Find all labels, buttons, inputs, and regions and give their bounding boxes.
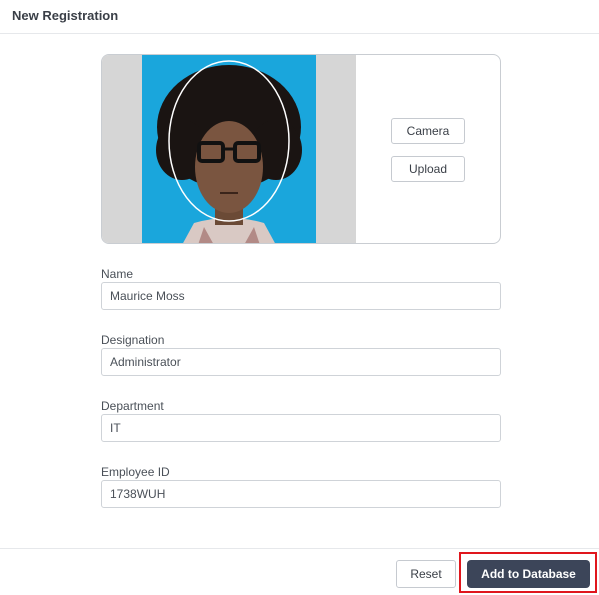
employee-id-field[interactable]: 1738WUH: [101, 480, 501, 508]
photo-actions: Camera Upload: [356, 55, 500, 243]
dialog-footer: Reset Add to Database: [0, 548, 599, 595]
dialog-header: New Registration: [0, 0, 599, 34]
employee-id-label: Employee ID: [101, 465, 170, 479]
dialog-title: New Registration: [12, 8, 119, 23]
photo-preview-area: [102, 55, 356, 243]
designation-label: Designation: [101, 333, 165, 347]
designation-field[interactable]: Administrator: [101, 348, 501, 376]
camera-button[interactable]: Camera: [391, 118, 465, 144]
department-field[interactable]: IT: [101, 414, 501, 442]
name-field[interactable]: Maurice Moss: [101, 282, 501, 310]
profile-photo-image: [142, 55, 316, 243]
add-to-database-button[interactable]: Add to Database: [467, 560, 590, 588]
reset-button[interactable]: Reset: [396, 560, 456, 588]
registration-dialog: New Registration Camera Upload Name Maur…: [0, 0, 599, 595]
department-label: Department: [101, 399, 164, 413]
name-label: Name: [101, 267, 134, 281]
upload-button[interactable]: Upload: [391, 156, 465, 182]
profile-photo: [142, 55, 316, 243]
photo-card: Camera Upload: [101, 54, 501, 244]
